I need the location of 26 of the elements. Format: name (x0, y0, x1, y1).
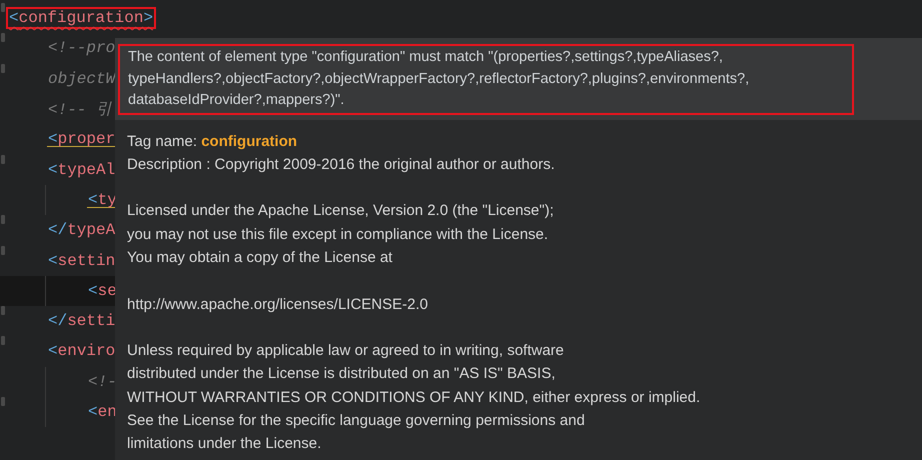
code-comment: objectW (47, 68, 116, 90)
fold-marker-icon[interactable] (1, 306, 5, 316)
code-tag: <enviro (45, 340, 118, 362)
fold-marker-icon[interactable] (1, 154, 5, 164)
description-paragraph: Description : Copyright 2009-2016 the original author or authors. (127, 154, 556, 175)
description-paragraph: http://www.apache.org/licenses/LICENSE-2.0 (127, 294, 429, 315)
code-tag: <typeAl (45, 158, 118, 181)
code-comment: <!-- 引 (47, 100, 114, 121)
code-tag: </setti (45, 310, 118, 332)
fold-marker-icon[interactable] (1, 33, 5, 42)
fold-marker-icon[interactable] (1, 336, 5, 346)
fold-marker-icon[interactable] (1, 3, 5, 12)
description-paragraph: Licensed under the Apache License, Version 2.0 (the "License"); you may not use this file except in compliance with the License. You may obtain a copy of the License at (127, 201, 555, 268)
fold-marker-icon[interactable] (1, 397, 5, 406)
code-tag: </typeA (45, 219, 118, 242)
code-tag: <configuration> (6, 7, 156, 30)
tag-name-line: Tag name: configuration (127, 132, 298, 152)
fold-marker-icon[interactable] (1, 64, 5, 73)
fold-marker-icon[interactable] (1, 215, 5, 224)
error-message: The content of element type "configuration" must match "(properties?,settings?,typeAliases?, typeHandlers?,objectFactory?,objectWrapperFactory?,reflectorFactory?,plugins?,environments?, databaseIdProvider?,mappers?)". (118, 44, 854, 114)
description-paragraph: Unless required by applicable law or agreed to in writing, software distributed under the License is distributed on an "AS IS" BASIS, WITHOUT WARRANTIES OR CONDITIONS OF ANY KIND, either express or implied. See the License for the specific language governing permissions and limitations under the License. (127, 341, 702, 454)
fold-marker-icon[interactable] (1, 246, 5, 255)
code-tag: <se (85, 280, 120, 302)
code-tag: <settin (45, 250, 118, 272)
code-comment: <!- (87, 372, 118, 393)
code-comment: <!--pro (47, 38, 116, 60)
